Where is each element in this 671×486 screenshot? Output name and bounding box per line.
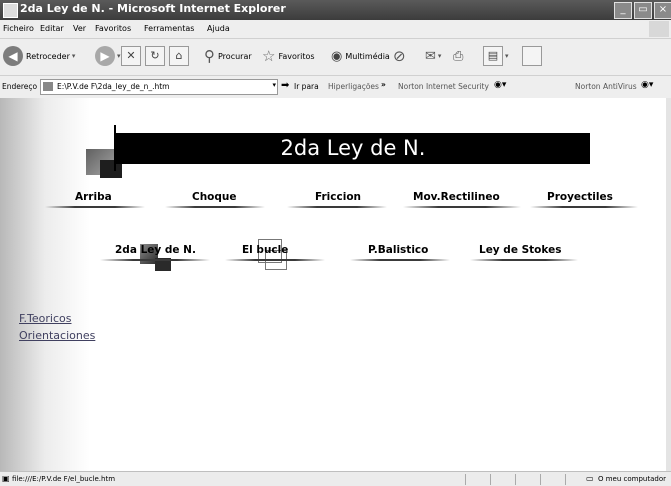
chevron-down-icon[interactable]: ▾ <box>272 81 276 89</box>
side-link-orientaciones[interactable]: Orientaciones <box>19 329 95 342</box>
windows-logo-icon <box>649 21 669 37</box>
page-content: 2da Ley de N. Arriba Choque Friccion Mov… <box>0 98 666 471</box>
history-icon: ⊘ <box>393 47 406 65</box>
home-button[interactable]: ⌂ <box>169 45 189 67</box>
norton-antivirus[interactable]: Norton AntiVirus <box>575 82 637 91</box>
toolbar: ◀ Retroceder ▾ ▶ ▾ ✕ ↻ ⌂ ⚲ Procurar ☆ Fa… <box>0 39 671 76</box>
links-label[interactable]: Hiperligações <box>328 82 379 91</box>
chevron-down-icon: ▾ <box>437 52 442 60</box>
nav-underline <box>100 259 210 261</box>
status-divider <box>490 474 491 485</box>
favorites-button[interactable]: ☆ Favoritos <box>262 45 315 67</box>
go-arrow-icon[interactable]: ➡ <box>281 80 289 91</box>
nav-underline <box>403 206 521 208</box>
maximize-button[interactable]: ▭ <box>634 2 652 19</box>
stop-button[interactable]: ✕ <box>121 45 141 67</box>
media-button[interactable]: ◉ Multimédia <box>331 45 390 67</box>
close-button[interactable]: × <box>654 2 671 19</box>
title-bar: 2da Ley de N. - Microsoft Internet Explo… <box>0 0 671 20</box>
ie-app-icon <box>3 3 18 18</box>
print-icon: ⎙ <box>453 48 464 64</box>
menu-ver[interactable]: Ver <box>73 24 86 33</box>
stop-icon: ✕ <box>121 46 141 66</box>
chevron-down-icon: ▾ <box>71 52 76 60</box>
print-button[interactable]: ⎙ <box>453 45 463 67</box>
search-button[interactable]: ⚲ Procurar <box>204 45 252 67</box>
nav-link-arriba[interactable]: Arriba <box>75 191 112 203</box>
address-label: Endereço <box>2 82 38 91</box>
go-button[interactable]: Ir para <box>294 82 319 91</box>
history-button[interactable]: ⊘ <box>393 45 406 67</box>
back-button[interactable]: ◀ Retroceder ▾ <box>3 45 77 67</box>
vertical-scrollbar[interactable] <box>666 98 671 471</box>
nav-underline <box>470 259 578 261</box>
computer-icon: ▭ <box>586 474 594 483</box>
window-title: 2da Ley de N. - Microsoft Internet Explo… <box>20 2 286 15</box>
antivirus-icon[interactable]: ◉▾ <box>641 80 653 90</box>
star-icon: ☆ <box>262 47 276 65</box>
edit-button[interactable]: ▤ ▾ <box>483 45 511 67</box>
nav-underline <box>165 206 265 208</box>
edit-icon: ▤ <box>483 46 503 66</box>
status-divider <box>515 474 516 485</box>
search-label: Procurar <box>218 51 252 61</box>
chevron-right-icon[interactable]: » <box>381 80 386 89</box>
menu-ajuda[interactable]: Ajuda <box>207 24 230 33</box>
nav-link-p-balistico[interactable]: P.Balistico <box>368 244 428 256</box>
menu-ficheiro[interactable]: Ficheiro <box>3 24 34 33</box>
chevron-down-icon: ▾ <box>117 52 121 60</box>
refresh-button[interactable]: ↻ <box>145 45 165 67</box>
forward-arrow-icon: ▶ <box>95 46 115 66</box>
browser-window: 2da Ley de N. - Microsoft Internet Explo… <box>0 0 671 486</box>
nav-underline <box>287 206 387 208</box>
forward-button[interactable]: ▶ ▾ <box>95 45 123 67</box>
nav-link-ley-de-stokes[interactable]: Ley de Stokes <box>479 244 561 256</box>
back-label: Retroceder <box>26 51 70 61</box>
nav-link-mov-rectilineo[interactable]: Mov.Rectilineo <box>413 191 500 203</box>
nav-underline <box>45 206 145 208</box>
status-divider <box>565 474 566 485</box>
address-bar: Endereço E:\P.V.de F\2da_ley_de_n_.htm ▾… <box>0 76 671 99</box>
status-bar: ▣ file:///E:/P.V.de F/el_bucle.htm ▭ O m… <box>0 471 671 486</box>
mail-button[interactable]: ✉ ▾ <box>425 45 443 67</box>
nav-link-choque[interactable]: Choque <box>192 191 237 203</box>
address-input[interactable]: E:\P.V.de F\2da_ley_de_n_.htm ▾ <box>40 79 278 95</box>
status-divider <box>540 474 541 485</box>
banner-divider <box>114 125 116 171</box>
chevron-down-icon: ▾ <box>505 52 509 60</box>
nav-link-proyectiles[interactable]: Proyectiles <box>547 191 613 203</box>
status-zone: O meu computador <box>598 475 666 483</box>
messenger-icon <box>522 46 542 66</box>
minimize-button[interactable]: _ <box>614 2 632 19</box>
back-arrow-icon: ◀ <box>3 46 23 66</box>
nav-underline <box>530 206 638 208</box>
media-label: Multimédia <box>345 51 390 61</box>
refresh-icon: ↻ <box>145 46 165 66</box>
side-link-f-teoricos[interactable]: F.Teoricos <box>19 312 72 325</box>
nav-link-el-bucle[interactable]: El bucle <box>242 244 288 256</box>
address-value: E:\P.V.de F\2da_ley_de_n_.htm <box>57 82 170 91</box>
media-icon: ◉ <box>331 48 343 64</box>
page-icon <box>43 82 53 91</box>
norton-icon[interactable]: ◉▾ <box>494 80 506 90</box>
norton-internet-security[interactable]: Norton Internet Security <box>398 82 489 91</box>
search-icon: ⚲ <box>204 47 215 65</box>
page-status-icon: ▣ <box>2 474 10 483</box>
nav-underline <box>225 259 325 261</box>
nav-underline <box>350 259 450 261</box>
mail-icon: ✉ <box>425 48 436 64</box>
page-banner: 2da Ley de N. <box>116 133 590 164</box>
messenger-button[interactable] <box>522 45 542 67</box>
nav-link-2da-ley[interactable]: 2da Ley de N. <box>115 244 196 256</box>
menu-editar[interactable]: Editar <box>40 24 64 33</box>
favorites-label: Favoritos <box>278 51 315 61</box>
status-divider <box>465 474 466 485</box>
menu-bar: Ficheiro Editar Ver Favoritos Ferramenta… <box>0 20 671 39</box>
home-icon: ⌂ <box>169 46 189 66</box>
menu-ferramentas[interactable]: Ferramentas <box>144 24 194 33</box>
nav-link-friccion[interactable]: Friccion <box>315 191 361 203</box>
menu-favoritos[interactable]: Favoritos <box>95 24 131 33</box>
status-url: file:///E:/P.V.de F/el_bucle.htm <box>12 475 116 483</box>
